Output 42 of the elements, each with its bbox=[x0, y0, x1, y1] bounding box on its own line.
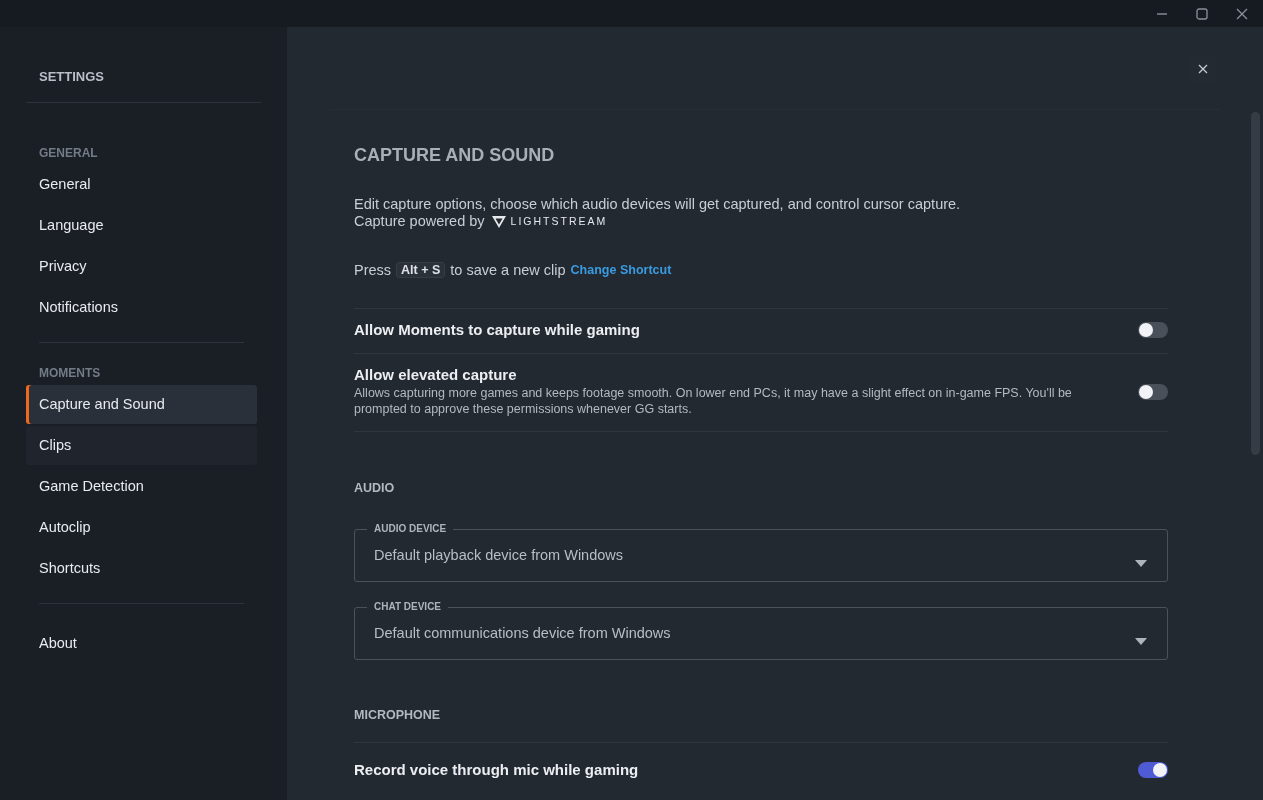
field-value: Default playback device from Windows bbox=[374, 547, 624, 563]
shortcut-text: Press bbox=[354, 262, 392, 278]
maximize-icon[interactable] bbox=[1196, 7, 1208, 20]
section-header: AUDIO bbox=[354, 481, 396, 495]
change-shortcut-link[interactable]: Change Shortcut bbox=[570, 263, 672, 277]
field-label: CHAT DEVICE bbox=[373, 600, 443, 614]
sidebar-item[interactable]: Clips bbox=[26, 426, 257, 465]
caret-icon bbox=[1135, 560, 1147, 567]
section-header: MICROPHONE bbox=[354, 708, 442, 722]
setting-title: Allow elevated capture bbox=[354, 366, 518, 384]
setting-description: Allows capturing more games and keeps footage smooth. On lower end PCs, it may have a slight effect on in-game FPS. You'll be prompted to approve these permissions whenever GG starts. bbox=[354, 385, 1073, 417]
toggle-switch[interactable] bbox=[1138, 383, 1168, 400]
logo-icon bbox=[490, 214, 507, 229]
sidebar-item[interactable]: About bbox=[26, 624, 257, 663]
setting-title: Allow Moments to capture while gaming bbox=[354, 321, 641, 339]
toggle-switch[interactable] bbox=[1138, 322, 1168, 338]
sidebar-item[interactable]: General bbox=[26, 165, 257, 204]
sidebar-item[interactable]: Shortcuts bbox=[26, 549, 257, 588]
brand-name: LIGHTSTREAM bbox=[510, 214, 608, 229]
sidebar-title: SETTINGS bbox=[39, 69, 105, 85]
toggle-switch[interactable] bbox=[1138, 762, 1168, 778]
sidebar-item[interactable]: Privacy bbox=[26, 247, 257, 286]
close-icon bbox=[1198, 64, 1208, 74]
section-header: GENERAL bbox=[39, 145, 99, 162]
field-value: Default communications device from Windows bbox=[374, 625, 671, 641]
sidebar-item[interactable]: Game Detection bbox=[26, 467, 257, 506]
setting-title: Record voice through mic while gaming bbox=[354, 761, 639, 779]
caret-icon bbox=[1135, 638, 1147, 645]
field-label: AUDIO DEVICE bbox=[373, 522, 448, 536]
sidebar-item[interactable]: Autoclip bbox=[26, 508, 257, 547]
close-icon[interactable] bbox=[1236, 7, 1248, 20]
dropdown-field[interactable]: AUDIO DEVICE Default playback device from Windows bbox=[354, 522, 1168, 582]
shortcut-key: Alt + S bbox=[396, 262, 446, 278]
page-title: CAPTURE AND SOUND bbox=[354, 144, 556, 166]
sidebar-item[interactable]: Language bbox=[26, 206, 257, 245]
sidebar-item[interactable]: Capture and Sound bbox=[26, 385, 257, 424]
dropdown-field[interactable]: CHAT DEVICE Default communications device from Windows bbox=[354, 600, 1168, 660]
sidebar-item[interactable]: Notifications bbox=[26, 288, 257, 327]
powered-by-text: Capture powered by bbox=[354, 213, 485, 230]
section-header: MOMENTS bbox=[39, 365, 102, 382]
shortcut-text: to save a new clip bbox=[450, 262, 566, 278]
page-description: Edit capture options, choose which audio devices will get captured, and control cursor capture. bbox=[354, 196, 962, 213]
